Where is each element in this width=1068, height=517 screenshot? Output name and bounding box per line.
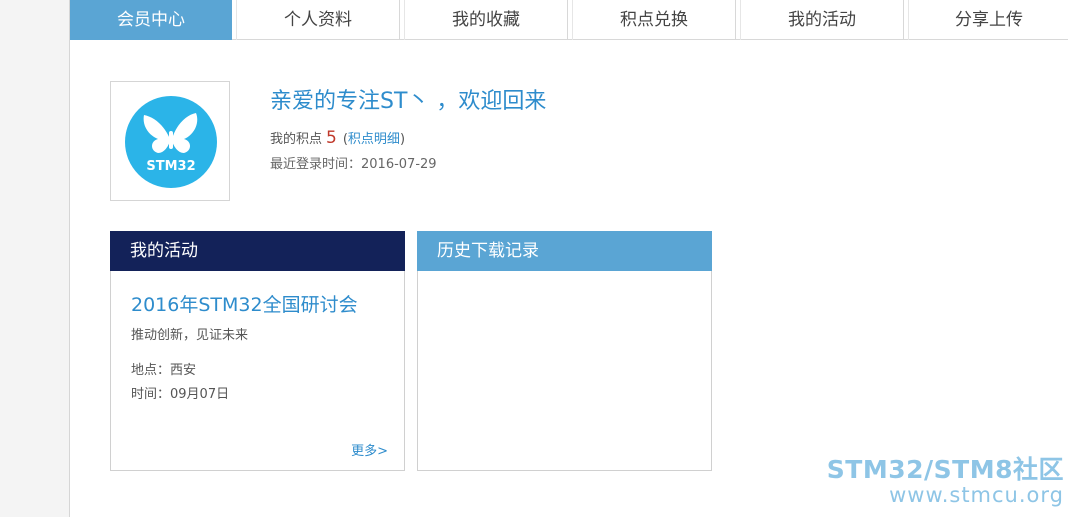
points-summary: 我的积点 5 (积点明细) [270, 128, 406, 148]
points-value: 5 [326, 128, 337, 148]
avatar[interactable]: STM32 [110, 81, 230, 201]
my-activities-title: 我的活动 [110, 231, 405, 271]
tab-my-favorites[interactable]: 我的收藏 [404, 0, 568, 40]
watermark-url: www.stmcu.org [889, 483, 1064, 507]
my-activities-panel: 我的活动 2016年STM32全国研讨会 推动创新，见证未来 地点：西安 时间：… [110, 231, 405, 471]
event-place: 地点：西安 [131, 363, 197, 378]
event-title-link[interactable]: 2016年STM32全国研讨会 [131, 290, 358, 317]
tab-my-activities[interactable]: 我的活动 [740, 0, 904, 40]
tab-personal-info[interactable]: 个人资料 [236, 0, 400, 40]
site-watermark: STM32/STM8社区 www.stmcu.org [826, 455, 1064, 507]
more-activities-link[interactable]: 更多> [351, 440, 388, 459]
download-history-title: 历史下载记录 [417, 231, 712, 271]
svg-text:STM32: STM32 [146, 159, 195, 174]
tab-member-center[interactable]: 会员中心 [70, 0, 232, 40]
event-subtitle: 推动创新，见证未来 [131, 328, 249, 343]
butterfly-logo-icon: STM32 [125, 96, 217, 188]
tab-share-upload[interactable]: 分享上传 [908, 0, 1068, 40]
tab-points-exchange[interactable]: 积点兑换 [572, 0, 736, 40]
points-detail-link[interactable]: 积点明细 [348, 132, 400, 147]
member-center-frame: 会员中心 个人资料 我的收藏 积点兑换 我的活动 分享上传 STM32 亲爱的专… [69, 0, 1068, 517]
event-time: 时间：09月07日 [131, 387, 230, 402]
member-tabs: 会员中心 个人资料 我的收藏 积点兑换 我的活动 分享上传 [70, 0, 1068, 40]
download-history-panel: 历史下载记录 [417, 231, 712, 471]
watermark-community-name: STM32/STM8社区 [826, 455, 1064, 484]
last-login-time: 最近登录时间：2016-07-29 [270, 157, 437, 172]
points-label: 我的积点 [270, 132, 323, 147]
welcome-greeting: 亲爱的专注ST丶 ，欢迎回来 [270, 89, 547, 114]
